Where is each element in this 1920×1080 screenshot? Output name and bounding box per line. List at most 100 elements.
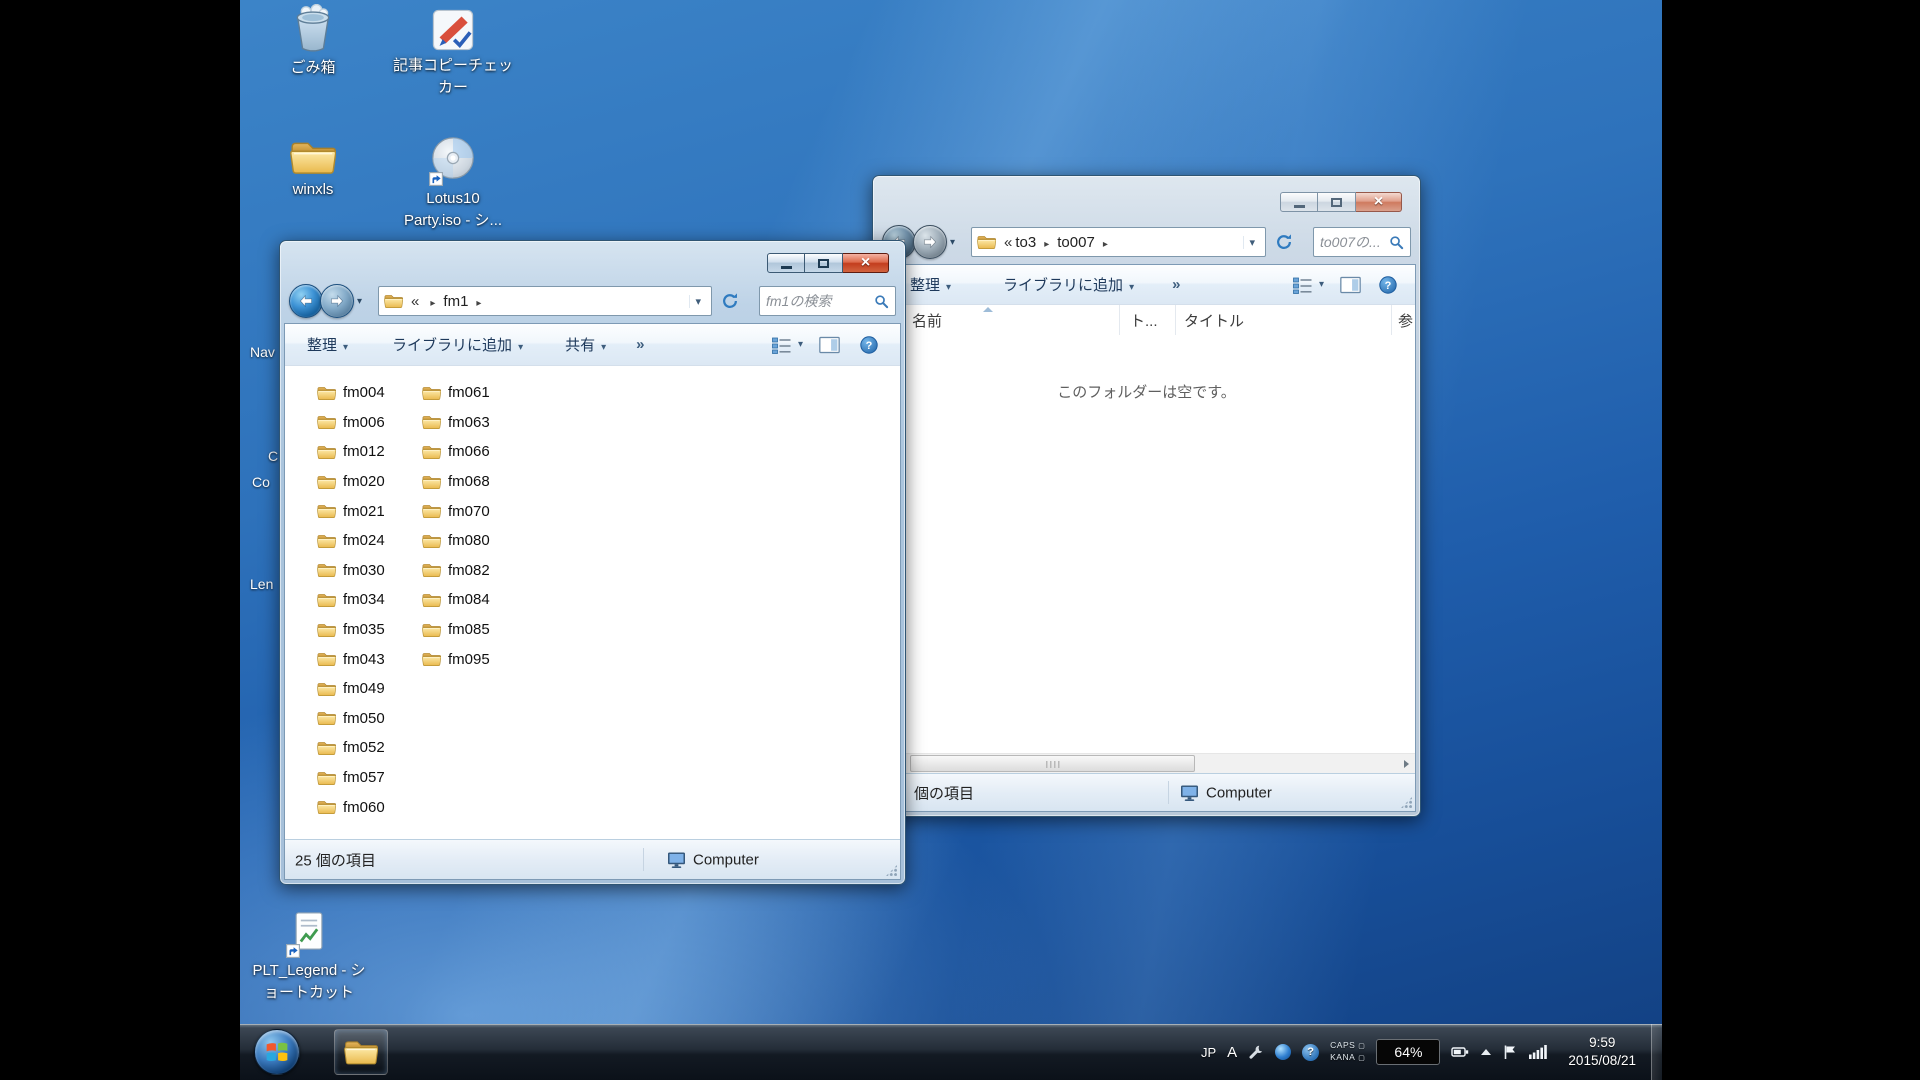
address-bar[interactable]: « to3 to007 [971, 227, 1266, 257]
network-signal-icon[interactable] [1529, 1045, 1547, 1059]
folder-item[interactable]: fm004 [311, 378, 391, 408]
title-bar[interactable]: × [280, 241, 905, 279]
refresh-button[interactable] [1270, 229, 1297, 256]
ime-tools-icon[interactable] [1248, 1044, 1264, 1060]
start-button[interactable] [254, 1029, 300, 1075]
explorer-folder-icon [344, 1038, 378, 1066]
breadcrumb-item[interactable] [422, 293, 443, 310]
folder-item[interactable]: fm012 [311, 437, 391, 467]
breadcrumb-item[interactable]: fm1 [443, 293, 489, 310]
toolbar-overflow-chevron[interactable]: » [636, 336, 644, 353]
ime-mode-indicator[interactable]: A [1227, 1044, 1237, 1061]
help-button[interactable] [1379, 276, 1397, 294]
desktop-icon-article-checker[interactable]: 記事コピーチェッ カー [388, 8, 518, 97]
column-header-date[interactable]: ト... [1120, 305, 1176, 335]
address-bar[interactable]: « fm1 [378, 286, 712, 316]
desktop-icon-plt-legend[interactable]: PLT_Legend - シ ョートカット [244, 910, 374, 1002]
folder-item[interactable]: fm063 [416, 408, 496, 438]
recent-pages-dropdown[interactable]: ▾ [950, 237, 955, 248]
forward-button[interactable] [320, 284, 354, 318]
folder-item[interactable]: fm049 [311, 674, 391, 704]
power-plug-icon[interactable] [1451, 1046, 1470, 1058]
recent-pages-dropdown[interactable]: ▾ [357, 296, 362, 307]
folder-item[interactable]: fm020 [311, 467, 391, 497]
column-header-ref[interactable]: 参 [1392, 305, 1415, 335]
folder-item[interactable]: fm066 [416, 437, 496, 467]
recycle-bin-icon [289, 4, 337, 54]
add-to-library-menu[interactable]: ライブラリに追加 [1003, 274, 1134, 295]
help-icon [860, 336, 878, 354]
folder-item[interactable]: fm024 [311, 526, 391, 556]
tray-clock[interactable]: 9:59 2015/08/21 [1568, 1034, 1636, 1070]
maximize-button[interactable] [1318, 192, 1356, 212]
minimize-button[interactable] [767, 253, 805, 273]
taskbar-explorer-button[interactable] [334, 1029, 388, 1075]
desktop-icon-recycle-bin[interactable]: ごみ箱 [248, 4, 378, 78]
folder-item[interactable]: fm057 [311, 763, 391, 793]
maximize-button[interactable] [805, 253, 843, 273]
folder-item[interactable]: fm085 [416, 615, 496, 645]
horizontal-scrollbar[interactable] [878, 753, 1415, 773]
breadcrumb-item[interactable]: to007 [1057, 234, 1116, 251]
folder-item[interactable]: fm095 [416, 644, 496, 674]
change-view-button[interactable] [1292, 276, 1324, 294]
forward-button[interactable] [913, 225, 947, 259]
ime-help-icon[interactable]: ? [1302, 1044, 1319, 1061]
action-center-flag-icon[interactable] [1502, 1044, 1518, 1060]
refresh-button[interactable] [716, 288, 743, 315]
folder-item[interactable]: fm061 [416, 378, 496, 408]
file-list-area[interactable]: fm004 fm006 fm012 fm020 fm021 [285, 366, 900, 839]
address-dropdown-arrow[interactable] [1243, 236, 1260, 249]
address-dropdown-arrow[interactable] [689, 295, 706, 308]
folder-item[interactable]: fm030 [311, 556, 391, 586]
scrollbar-track[interactable] [896, 754, 1397, 773]
back-button[interactable] [289, 284, 323, 318]
close-button[interactable]: × [843, 253, 889, 273]
title-bar[interactable]: × [873, 176, 1420, 220]
folder-item[interactable]: fm080 [416, 526, 496, 556]
folder-item[interactable]: fm070 [416, 496, 496, 526]
organize-menu[interactable]: 整理 [910, 274, 951, 295]
file-list-area[interactable]: このフォルダーは空です。 [878, 335, 1415, 753]
search-box[interactable]: to007の... [1313, 227, 1411, 257]
breadcrumb-overflow-chevron[interactable]: « [1004, 234, 1012, 251]
minimize-button[interactable] [1280, 192, 1318, 212]
show-desktop-button[interactable] [1651, 1024, 1662, 1080]
folder-item[interactable]: fm006 [311, 408, 391, 438]
column-header-title[interactable]: タイトル [1176, 305, 1392, 335]
desktop-icon-winxls[interactable]: winxls [248, 138, 378, 200]
ime-key-status[interactable]: CAPS KANA [1330, 1041, 1365, 1063]
resize-grip[interactable] [1400, 796, 1413, 809]
toolbar-overflow-chevron[interactable]: » [1172, 276, 1180, 293]
show-hidden-icons-button[interactable] [1481, 1049, 1491, 1055]
tray-app-icon[interactable] [1275, 1044, 1291, 1060]
change-view-button[interactable] [771, 336, 803, 354]
scroll-right-button[interactable] [1397, 754, 1415, 773]
folder-item[interactable]: fm021 [311, 496, 391, 526]
breadcrumb-overflow-chevron[interactable]: « [411, 293, 419, 310]
folder-item[interactable]: fm084 [416, 585, 496, 615]
ime-language-indicator[interactable]: JP [1201, 1045, 1216, 1060]
battery-indicator[interactable]: 64% [1376, 1039, 1440, 1065]
folder-item[interactable]: fm082 [416, 556, 496, 586]
preview-pane-button[interactable] [819, 336, 840, 354]
desktop-icon-lotus-iso[interactable]: Lotus10 Party.iso - シ... [388, 136, 518, 230]
folder-item[interactable]: fm050 [311, 704, 391, 734]
close-button[interactable]: × [1356, 192, 1402, 212]
folder-item[interactable]: fm052 [311, 733, 391, 763]
add-to-library-menu[interactable]: ライブラリに追加 [392, 334, 523, 355]
breadcrumb-item[interactable]: to3 [1015, 234, 1057, 251]
organize-menu[interactable]: 整理 [307, 334, 348, 355]
folder-item[interactable]: fm068 [416, 467, 496, 497]
folder-item[interactable]: fm034 [311, 585, 391, 615]
search-box[interactable]: fm1の検索 [759, 286, 896, 316]
preview-pane-button[interactable] [1340, 276, 1361, 294]
share-menu[interactable]: 共有 [565, 334, 606, 355]
folder-item[interactable]: fm035 [311, 615, 391, 645]
column-header-name[interactable]: 名前 [878, 305, 1120, 335]
folder-item[interactable]: fm060 [311, 792, 391, 822]
scrollbar-thumb[interactable] [910, 755, 1195, 772]
help-button[interactable] [860, 336, 878, 354]
folder-item[interactable]: fm043 [311, 644, 391, 674]
resize-grip[interactable] [885, 864, 898, 877]
